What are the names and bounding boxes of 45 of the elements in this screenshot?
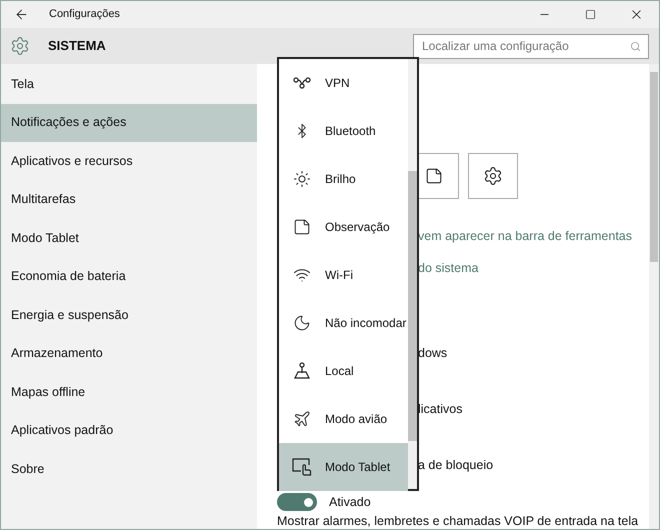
sidebar-item[interactable]: Tela [1,65,257,104]
menu-item[interactable]: Local [279,347,408,395]
section-title: SISTEMA [48,37,106,56]
airplane-icon [293,410,311,428]
search-icon [630,40,641,52]
sidebar-item[interactable]: Armazenamento [1,334,257,373]
setting-label: dows [418,345,448,361]
tablet-touch-icon [292,458,312,476]
toggle-label: Ativado [329,494,371,510]
menu-item[interactable]: Bluetooth [279,107,408,155]
note-icon [293,218,311,236]
menu-item[interactable]: VPN [279,59,408,107]
settings-icon [483,166,503,186]
sidebar-item[interactable]: Sobre [1,450,257,488]
window-title: Configurações [49,7,120,22]
sidebar-item[interactable]: Mapas offline [1,373,257,412]
sidebar-item[interactable]: Energia e suspensão [1,296,257,334]
setting-description: Mostrar alarmes, lembretes e chamadas VOIP de entrada na tela [277,513,640,529]
sidebar-item[interactable]: Economia de bateria [1,258,257,296]
menu-item[interactable]: Brilho [279,155,408,203]
setting-label: licativos [418,401,464,417]
menu-item[interactable]: Modo avião [279,395,408,443]
settings-tile[interactable] [468,153,518,199]
maximize-icon [584,9,596,20]
toggle-switch[interactable] [277,493,317,511]
sidebar-item[interactable]: Multitarefas [1,180,257,219]
sidebar-item[interactable]: Modo Tablet [1,219,257,258]
sidebar-item[interactable]: Aplicativos padrão [1,412,257,450]
menu-item[interactable]: Modo Tablet [279,443,408,491]
search-field[interactable]: Localizar uma configuração [413,34,649,58]
menu-item[interactable]: Observação [279,203,408,251]
menu-item[interactable]: Wi-Fi [279,251,408,299]
sidebar-item[interactable]: Aplicativos e recursos [1,142,257,180]
link-icon [293,77,311,89]
menu-item[interactable]: Não incomodar [279,299,408,347]
scrollbar[interactable] [649,64,659,529]
link[interactable]: do sistema [418,260,649,276]
location-icon [293,362,311,380]
link[interactable]: vem aparecer na barra de ferramentas [418,228,649,244]
sidebar-item[interactable]: Notificações e ações [1,104,257,142]
sun-icon [293,170,311,188]
moon-icon [293,314,311,332]
note-icon [425,167,443,185]
settings-icon [10,36,30,56]
menu-scrollbar[interactable] [408,59,417,489]
